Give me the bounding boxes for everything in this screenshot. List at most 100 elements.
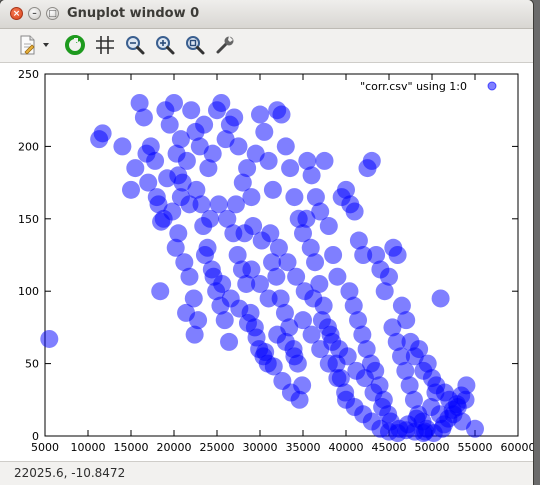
data-point xyxy=(297,209,316,228)
x-tick-label: 60000 xyxy=(501,441,534,454)
data-point xyxy=(328,267,347,286)
x-tick-label: 10000 xyxy=(71,441,106,454)
data-point xyxy=(281,159,300,178)
replot-button[interactable] xyxy=(62,32,88,58)
title-bar[interactable]: × – □ Gnuplot window 0 xyxy=(0,0,533,29)
close-button[interactable]: × xyxy=(10,7,23,20)
zoom-previous-icon xyxy=(126,36,145,55)
x-tick-label: 35000 xyxy=(286,441,321,454)
data-point xyxy=(212,93,231,112)
legend-label: "corr.csv" using 1:0 xyxy=(360,80,467,93)
data-point xyxy=(242,188,261,207)
data-point xyxy=(388,246,407,264)
data-point xyxy=(182,101,201,120)
data-point xyxy=(267,267,286,286)
y-tick-label: 50 xyxy=(25,358,39,371)
data-point xyxy=(285,347,304,366)
x-tick-label: 55000 xyxy=(458,441,493,454)
zoom-previous-button[interactable] xyxy=(122,32,148,58)
data-point xyxy=(306,253,325,272)
y-tick-label: 150 xyxy=(18,213,39,226)
data-point xyxy=(185,325,204,344)
data-point xyxy=(203,144,222,163)
gnuplot-window: × – □ Gnuplot window 0 5000 10000 15000 … xyxy=(0,0,533,485)
data-point xyxy=(431,289,450,308)
toolbar xyxy=(0,29,533,62)
data-point xyxy=(177,303,196,322)
data-point xyxy=(414,424,433,443)
data-point xyxy=(324,246,343,264)
data-point xyxy=(151,282,170,301)
minimize-button[interactable]: – xyxy=(28,7,41,20)
data-point xyxy=(137,144,156,163)
dropdown-button[interactable] xyxy=(40,32,52,58)
data-point xyxy=(180,267,199,286)
legend-marker xyxy=(487,81,497,91)
data-point xyxy=(134,108,153,127)
configure-button[interactable] xyxy=(212,32,238,58)
data-point xyxy=(456,390,475,409)
data-point xyxy=(315,151,334,170)
data-point xyxy=(466,419,484,438)
data-point xyxy=(160,115,179,134)
data-point xyxy=(302,166,321,185)
data-point xyxy=(195,115,214,134)
data-point xyxy=(229,137,248,156)
data-point xyxy=(319,217,338,236)
copy-to-clipboard-icon xyxy=(20,35,35,55)
data-point xyxy=(380,267,398,286)
x-tick-label: 20000 xyxy=(157,441,192,454)
data-point xyxy=(165,93,183,112)
data-point xyxy=(263,180,282,199)
data-point xyxy=(40,329,59,348)
data-point xyxy=(255,122,274,141)
data-point xyxy=(126,159,145,178)
data-point xyxy=(195,246,214,264)
status-bar: 22025.6, -10.8472 xyxy=(0,461,533,485)
data-point xyxy=(328,369,347,388)
x-tick-label: 40000 xyxy=(329,441,364,454)
data-point xyxy=(226,195,245,214)
zoom-next-button[interactable] xyxy=(152,32,178,58)
data-point xyxy=(122,180,140,199)
dropdown-arrow-icon xyxy=(43,43,49,47)
zoom-next-icon xyxy=(156,36,175,55)
x-tick-label: 30000 xyxy=(243,441,278,454)
data-point xyxy=(362,151,381,170)
data-point xyxy=(113,137,132,156)
x-tick-label: 15000 xyxy=(114,441,149,454)
data-point xyxy=(304,289,323,308)
configure-icon xyxy=(216,36,234,54)
data-point xyxy=(259,289,278,308)
data-point xyxy=(177,151,196,170)
data-point xyxy=(215,311,234,330)
data-point xyxy=(251,105,269,124)
data-point xyxy=(93,124,112,143)
mouse-coordinates: 22025.6, -10.8472 xyxy=(14,466,126,480)
autoscale-icon xyxy=(186,36,205,55)
plot-area[interactable]: 5000 10000 15000 20000 25000 30000 35000 40000 4… xyxy=(0,62,533,461)
maximize-button[interactable]: □ xyxy=(46,7,59,20)
scatter-chart: 5000 10000 15000 20000 25000 30000 35000 40000 4… xyxy=(18,68,534,454)
data-point xyxy=(276,137,295,156)
data-point xyxy=(290,390,309,409)
data-point xyxy=(147,188,166,207)
series-points xyxy=(40,93,484,443)
data-point xyxy=(220,332,239,351)
data-point xyxy=(433,419,452,438)
copy-to-clipboard-button[interactable] xyxy=(14,32,40,58)
data-point xyxy=(166,238,185,257)
autoscale-button[interactable] xyxy=(182,32,208,58)
data-point xyxy=(285,188,304,207)
y-tick-label: 250 xyxy=(18,68,39,81)
window-title: Gnuplot window 0 xyxy=(67,6,200,21)
x-tick-label: 25000 xyxy=(200,441,235,454)
data-point xyxy=(345,202,364,221)
y-tick-label: 100 xyxy=(18,285,39,298)
grid-button[interactable] xyxy=(92,32,118,58)
grid-icon xyxy=(96,36,114,54)
replot-icon xyxy=(65,35,85,55)
y-tick-label: 200 xyxy=(18,140,39,153)
x-tick-label: 45000 xyxy=(372,441,407,454)
x-tick-label: 50000 xyxy=(415,441,450,454)
